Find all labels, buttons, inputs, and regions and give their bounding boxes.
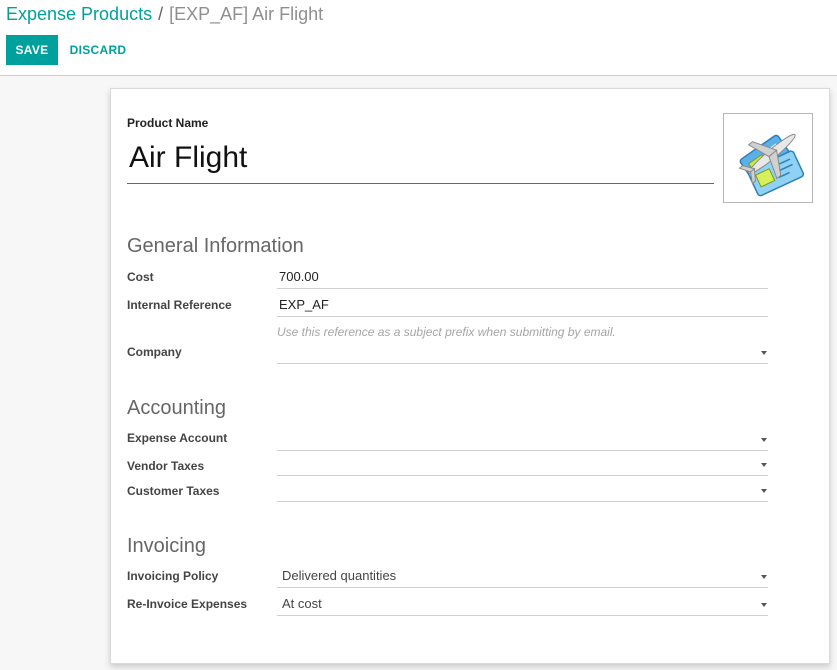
product-image[interactable] [723,113,813,203]
chevron-down-icon [761,575,767,579]
invoicing-policy-select[interactable]: Delivered quantities [277,565,768,588]
company-label: Company [127,345,182,359]
company-select[interactable] [277,341,768,364]
breadcrumb-separator: / [158,4,164,24]
product-name-label: Product Name [127,116,209,130]
section-invoicing: Invoicing [127,535,206,557]
breadcrumb-current: [EXP_AF] Air Flight [169,4,324,24]
chevron-down-icon [761,463,767,467]
invoicing-policy-value: Delivered quantities [282,568,397,583]
invoicing-policy-label: Invoicing Policy [127,569,219,583]
customer-taxes-select[interactable] [277,479,768,502]
expense-account-select[interactable] [277,428,768,451]
save-button[interactable]: SAVE [6,35,58,65]
air-flight-ticket-icon [738,133,805,197]
chevron-down-icon [761,351,767,355]
reinvoice-expenses-value: At cost [282,596,322,611]
internal-reference-input[interactable]: EXP_AF [277,294,768,317]
reinvoice-expenses-label: Re-Invoice Expenses [127,597,248,611]
section-general-information: General Information [127,235,304,257]
cost-label: Cost [127,270,154,284]
expense-account-label: Expense Account [127,431,228,445]
form-sheet: Product Name Air Flight General Informat… [110,88,830,664]
internal-reference-label: Internal Reference [127,298,232,312]
breadcrumb: Expense Products / [EXP_AF] Air Flight [6,3,323,25]
chevron-down-icon [761,603,767,607]
breadcrumb-parent-link[interactable]: Expense Products [6,4,152,24]
customer-taxes-label: Customer Taxes [127,484,220,498]
control-panel: Expense Products / [EXP_AF] Air Flight SAV… [0,0,837,76]
vendor-taxes-select[interactable] [277,453,768,476]
section-accounting: Accounting [127,397,226,419]
chevron-down-icon [761,438,767,442]
discard-button[interactable]: DISCARD [64,35,132,65]
internal-reference-help: Use this reference as a subject prefix w… [277,325,616,339]
product-name-input[interactable]: Air Flight [127,139,714,184]
chevron-down-icon [761,489,767,493]
reinvoice-expenses-select[interactable]: At cost [277,593,768,616]
cost-input[interactable]: 700.00 [277,266,768,289]
vendor-taxes-label: Vendor Taxes [127,459,205,473]
